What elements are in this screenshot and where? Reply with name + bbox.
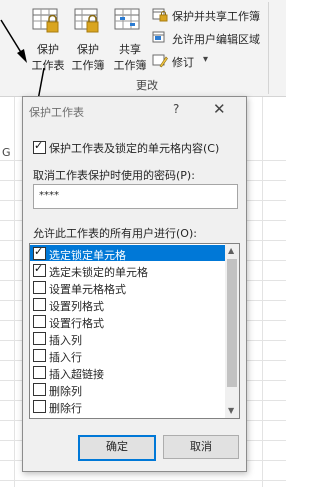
share-workbook-button[interactable]: 共享 工作簿 [108,6,152,72]
group-divider [268,2,269,94]
column-header-g: G [2,146,11,159]
protect-workbook-icon [74,8,99,33]
permission-label: 选定未锁定的单元格 [49,266,148,279]
permission-checkbox[interactable] [33,366,46,379]
cancel-button[interactable]: 取消 [163,435,239,459]
list-item[interactable]: 设置列格式 [30,296,225,313]
permission-checkbox[interactable] [33,281,46,294]
grid-line [262,97,263,487]
protect-contents-label: 保护工作表及锁定的单元格内容(C) [49,142,220,155]
share-workbook-label-1: 共享 [119,43,141,56]
permission-checkbox[interactable]: ✓ [33,245,46,260]
check-icon: ✓ [34,262,44,275]
changes-group-label: 更改 [136,79,158,92]
scroll-up-icon[interactable]: ▲ [228,246,234,255]
share-workbook-icon [114,8,140,30]
permissions-list-label: 允许此工作表的所有用户进行(O): [33,227,197,240]
grid-line [14,97,15,487]
protect-contents-checkbox[interactable]: ✓ [33,139,46,154]
close-icon[interactable]: ✕ [213,100,226,118]
permission-label: 设置行格式 [49,317,104,330]
permission-label: 插入列 [49,334,82,347]
edit-ranges-icon [152,31,165,43]
chevron-down-icon[interactable]: ▾ [203,54,208,65]
protect-workbook-button[interactable]: 保护 工作簿 [66,6,110,72]
permission-checkbox[interactable] [33,298,46,311]
track-changes-label: 修订 [172,56,194,69]
protect-sheet-dialog: 保护工作表 ? ✕ ✓ 保护工作表及锁定的单元格内容(C) 取消工作表保护时使用… [22,96,247,472]
password-label: 取消工作表保护时使用的密码(P): [33,169,195,182]
list-item[interactable]: ✓ 选定锁定单元格 [30,245,225,262]
list-item[interactable]: ✓ 选定未锁定的单元格 [30,262,225,279]
help-icon[interactable]: ? [173,102,179,116]
ok-button[interactable]: 确定 [78,435,156,461]
protect-share-icon [152,8,168,22]
permission-label: 删除行 [49,402,82,415]
protect-and-share-label: 保护并共享工作簿 [172,10,260,23]
protect-workbook-label-2: 工作簿 [71,59,105,72]
grid-line [0,480,286,481]
permission-checkbox[interactable]: ✓ [33,262,46,277]
list-item[interactable]: 插入超链接 [30,364,225,381]
permission-checkbox[interactable] [33,383,46,396]
list-scrollbar[interactable]: ▲ ▼ [225,244,239,418]
permission-label: 设置列格式 [49,300,104,313]
permission-label: 插入超链接 [49,368,104,381]
password-value: **** [39,190,59,201]
list-item[interactable]: 设置单元格格式 [30,279,225,296]
permission-checkbox[interactable] [33,315,46,328]
check-icon: ✓ [34,245,44,258]
list-item[interactable]: 设置行格式 [30,313,225,330]
permissions-list[interactable]: ✓ 选定锁定单元格 ✓ 选定未锁定的单元格 设置单元格格式 设置列格式 设置行格… [29,243,240,419]
permission-checkbox[interactable] [33,332,46,345]
scroll-thumb[interactable] [227,259,237,387]
list-item[interactable]: 插入列 [30,330,225,347]
permission-checkbox[interactable] [33,349,46,362]
permission-checkbox[interactable] [33,400,46,413]
share-workbook-label-2: 工作簿 [113,59,147,72]
permission-label: 插入行 [49,351,82,364]
list-item[interactable]: 插入行 [30,347,225,364]
protect-workbook-label-1: 保护 [77,43,99,56]
track-changes-icon [152,54,168,68]
permission-label: 设置单元格格式 [49,283,126,296]
annotation-arrow-icon [0,19,27,63]
allow-edit-ranges-label: 允许用户编辑区域 [172,33,260,46]
password-input[interactable]: **** [33,184,238,209]
scroll-down-icon[interactable]: ▼ [228,406,234,415]
check-icon: ✓ [34,139,44,152]
dialog-title: 保护工作表 [29,106,84,119]
list-item[interactable]: 删除行 [30,398,225,415]
permission-label: 选定锁定单元格 [49,249,126,262]
list-item[interactable]: 删除列 [30,381,225,398]
permission-label: 删除列 [49,385,82,398]
